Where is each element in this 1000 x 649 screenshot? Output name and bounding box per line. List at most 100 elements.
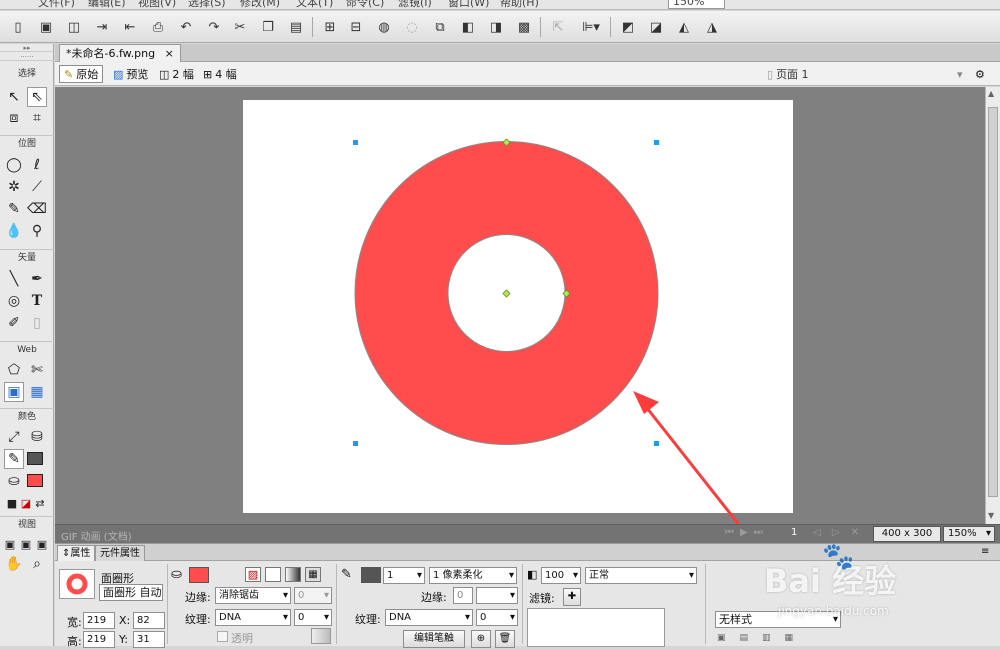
paste-icon[interactable]: ▤ bbox=[286, 17, 306, 37]
fill-color-swatch[interactable] bbox=[27, 474, 43, 487]
save-icon[interactable]: ▣ bbox=[36, 17, 56, 37]
hand-tool-icon[interactable]: ✋ bbox=[4, 554, 24, 574]
redo-icon[interactable]: ↷ bbox=[204, 17, 224, 37]
page-dropdown-icon[interactable]: ▾ bbox=[953, 65, 967, 83]
stamp-tool-icon[interactable]: ⚲ bbox=[27, 221, 47, 241]
brush-tool-icon[interactable]: ⟋ bbox=[27, 177, 47, 197]
delete-stroke-icon[interactable]: 🗑 bbox=[495, 630, 515, 648]
width-field[interactable]: 219 bbox=[83, 612, 115, 629]
slice-tool-icon[interactable]: ✄ bbox=[27, 360, 47, 380]
stroke-texture-select[interactable]: DNA bbox=[385, 609, 473, 626]
frame-nav-controls[interactable]: ◁ ▷ ✕ bbox=[813, 527, 863, 538]
menu-text[interactable]: 文本(T) bbox=[296, 0, 333, 9]
line-tool-icon[interactable]: ╲ bbox=[4, 269, 24, 289]
fill-texture-select[interactable]: DNA bbox=[215, 609, 291, 626]
view-4up-button[interactable]: ⊞ 4 幅 bbox=[199, 65, 241, 83]
blend-mode-select[interactable]: 正常 bbox=[585, 567, 697, 584]
hotspot-tool-icon[interactable]: ⬠ bbox=[4, 360, 24, 380]
magic-wand-tool-icon[interactable]: ✲ bbox=[4, 177, 24, 197]
stroke-edge-amount[interactable]: 0 bbox=[453, 587, 473, 604]
hide-slices-icon[interactable]: ▣ bbox=[4, 382, 24, 402]
menu-select[interactable]: 选择(S) bbox=[188, 0, 226, 9]
flip-vertical-icon[interactable]: ◮ bbox=[702, 17, 722, 37]
crop-tool-icon[interactable]: ⌗ bbox=[27, 108, 47, 128]
stroke-color-icon[interactable]: ✎ bbox=[4, 449, 24, 469]
close-icon[interactable]: × bbox=[165, 47, 174, 60]
undo-icon[interactable]: ↶ bbox=[176, 17, 196, 37]
object-name-field[interactable]: 面圈形 自动 bbox=[99, 584, 163, 601]
paint-bucket-tool-icon[interactable]: ⛁ bbox=[27, 427, 47, 447]
tab-properties[interactable]: ⇕属性 bbox=[57, 545, 96, 561]
eraser-tool-icon[interactable]: ⌫ bbox=[27, 199, 47, 219]
cut-icon[interactable]: ✂ bbox=[230, 17, 250, 37]
scroll-down-icon[interactable]: ▼ bbox=[988, 511, 994, 520]
flip-horizontal-icon[interactable]: ◭ bbox=[674, 17, 694, 37]
vertical-scrollbar[interactable]: ▲ ▼ bbox=[985, 87, 1000, 524]
view-original-button[interactable]: ✎ 原始 bbox=[59, 65, 104, 83]
export-icon[interactable]: ⇤ bbox=[120, 17, 140, 37]
send-back-icon[interactable]: ▩ bbox=[514, 17, 534, 37]
marquee-tool-icon[interactable]: ◯ bbox=[4, 155, 24, 175]
split-icon[interactable]: ◌ bbox=[402, 17, 422, 37]
y-field[interactable]: 31 bbox=[133, 631, 165, 648]
swap-colors-icon[interactable]: ⇄ bbox=[30, 493, 50, 513]
freeform-tool-icon[interactable]: ✐ bbox=[4, 313, 24, 333]
selection-handle[interactable] bbox=[654, 441, 659, 446]
x-field[interactable]: 82 bbox=[133, 612, 165, 629]
solid-fill-icon[interactable] bbox=[265, 567, 281, 582]
knife-tool-icon[interactable]: ▯ bbox=[27, 313, 47, 333]
style-action-icons[interactable]: ▣▤▥▦ bbox=[717, 633, 807, 643]
zoom-select[interactable]: 150% ▾ bbox=[943, 526, 995, 542]
stroke-edge-select[interactable] bbox=[476, 587, 518, 604]
align-left-icon[interactable]: ⇱ bbox=[548, 17, 568, 37]
no-fill-icon[interactable]: ▨ bbox=[245, 567, 261, 582]
page-selector[interactable]: ▯ 页面 1 bbox=[763, 65, 813, 83]
frame-controls[interactable]: ⏮▶⏭ bbox=[725, 527, 769, 538]
show-slices-icon[interactable]: ▦ bbox=[27, 382, 47, 402]
panel-menu-icon[interactable]: ≡ bbox=[981, 546, 989, 557]
bring-forward-icon[interactable]: ◧ bbox=[458, 17, 478, 37]
transparent-checkbox[interactable] bbox=[217, 631, 228, 642]
edit-stroke-button[interactable]: 编辑笔触 bbox=[403, 630, 465, 648]
scrollbar-thumb[interactable] bbox=[988, 107, 998, 497]
stroke-size-field[interactable]: 1 bbox=[383, 567, 425, 584]
import-icon[interactable]: ⇥ bbox=[92, 17, 112, 37]
stroke-color-swatch[interactable] bbox=[361, 567, 381, 583]
menu-file[interactable]: 文件(F) bbox=[38, 0, 75, 9]
fill-texture-amount[interactable]: 0 bbox=[294, 609, 332, 626]
join-icon[interactable]: ◍ bbox=[374, 17, 394, 37]
panel-grip[interactable]: ▸▸ bbox=[0, 44, 54, 52]
options-icon[interactable]: ⚙ bbox=[971, 65, 989, 83]
pointer-tool-icon[interactable]: ↖ bbox=[4, 87, 24, 107]
print-icon[interactable]: ⎙ bbox=[148, 17, 168, 37]
lasso-tool-icon[interactable]: ℓ bbox=[27, 155, 47, 175]
align-menu-icon[interactable]: ⊫▾ bbox=[578, 17, 604, 37]
gradient-fill-icon[interactable] bbox=[285, 567, 301, 582]
text-tool-icon[interactable]: T bbox=[27, 291, 47, 311]
open-icon[interactable]: ◫ bbox=[64, 17, 84, 37]
pattern-fill-icon[interactable]: ▦ bbox=[305, 567, 321, 582]
pencil-tool-icon[interactable]: ✎ bbox=[4, 199, 24, 219]
fill-edge-select[interactable]: 消除锯齿 bbox=[215, 587, 291, 604]
view-2up-button[interactable]: ◫ 2 幅 bbox=[155, 65, 198, 83]
filters-list[interactable] bbox=[527, 608, 665, 647]
menu-window[interactable]: 窗口(W) bbox=[448, 0, 489, 9]
menu-edit[interactable]: 编辑(E) bbox=[88, 0, 126, 9]
ellipse-tool-icon[interactable]: ◎ bbox=[4, 291, 24, 311]
copy-icon[interactable]: ❐ bbox=[258, 17, 278, 37]
panel-grip-2[interactable]: ······ bbox=[0, 53, 54, 61]
scroll-up-icon[interactable]: ▲ bbox=[988, 89, 994, 98]
blur-tool-icon[interactable]: 💧 bbox=[4, 221, 24, 241]
menu-commands[interactable]: 命令(C) bbox=[346, 0, 384, 9]
selection-handle[interactable] bbox=[654, 140, 659, 145]
opacity-field[interactable]: 100 bbox=[541, 567, 581, 584]
stroke-texture-amount[interactable]: 0 bbox=[476, 609, 518, 626]
stroke-type-select[interactable]: 1 像素柔化 bbox=[429, 567, 517, 584]
eyedropper-tool-icon[interactable]: ⤢ bbox=[4, 427, 24, 447]
scale-tool-icon[interactable]: ⧈ bbox=[4, 108, 24, 128]
rotate-right-icon[interactable]: ◪ bbox=[646, 17, 666, 37]
pen-tool-icon[interactable]: ✒ bbox=[27, 269, 47, 289]
height-field[interactable]: 219 bbox=[83, 631, 115, 648]
zoom-select-top[interactable]: 150% bbox=[668, 0, 726, 9]
group-icon[interactable]: ⊞ bbox=[320, 17, 340, 37]
